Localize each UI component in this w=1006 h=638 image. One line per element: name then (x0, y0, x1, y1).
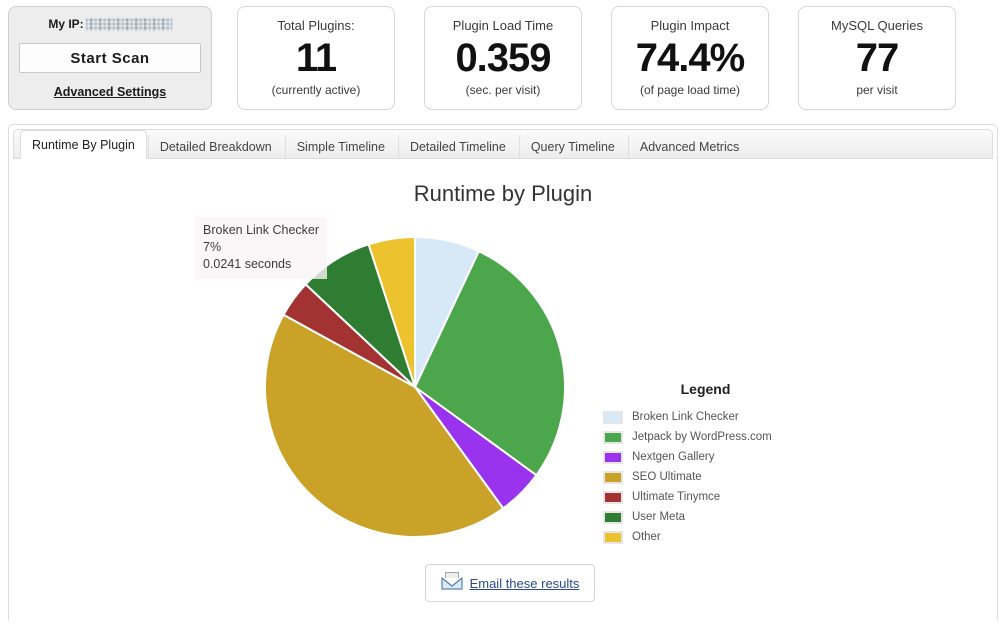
legend-label: Nextgen Gallery (632, 451, 714, 463)
legend-item[interactable]: Other (603, 527, 843, 547)
stat-card-mysql-queries: MySQL Queries 77 per visit (798, 6, 956, 110)
chart-area: Runtime by Plugin Broken Link Checker 7%… (9, 159, 997, 625)
legend-label: Jetpack by WordPress.com (632, 431, 772, 443)
legend-item[interactable]: Broken Link Checker (603, 407, 843, 427)
legend-color-swatch (603, 491, 623, 504)
tab-advanced-metrics[interactable]: Advanced Metrics (628, 134, 751, 160)
stat-label: Total Plugins: (277, 19, 354, 33)
stat-label: Plugin Impact (651, 19, 730, 33)
legend-item[interactable]: Nextgen Gallery (603, 447, 843, 467)
legend-color-swatch (603, 451, 623, 464)
tab-simple-timeline[interactable]: Simple Timeline (285, 134, 397, 160)
legend-item[interactable]: User Meta (603, 507, 843, 527)
stat-card-total-plugins: Total Plugins: 11 (currently active) (237, 6, 395, 110)
stat-label: Plugin Load Time (453, 19, 553, 33)
pie-chart[interactable] (257, 229, 573, 545)
legend-color-swatch (603, 471, 623, 484)
pie-chart-svg[interactable] (257, 229, 573, 545)
stat-card-plugin-impact: Plugin Impact 74.4% (of page load time) (611, 6, 769, 110)
my-ip-value-redacted (86, 18, 172, 31)
tab-detailed-timeline[interactable]: Detailed Timeline (398, 134, 518, 160)
chart-title: Runtime by Plugin (9, 159, 997, 207)
tab-query-timeline[interactable]: Query Timeline (519, 134, 627, 160)
tab-list: Runtime By Plugin Detailed Breakdown Sim… (14, 130, 992, 158)
stat-sublabel: per visit (856, 83, 897, 97)
legend-item[interactable]: SEO Ultimate (603, 467, 843, 487)
my-ip-line: My IP: (19, 17, 201, 31)
start-scan-button[interactable]: Start Scan (19, 43, 201, 73)
stat-value: 77 (856, 37, 899, 79)
stat-value: 74.4% (636, 37, 744, 79)
legend-items: Broken Link Checker Jetpack by WordPress.… (603, 407, 843, 547)
stat-value: 0.359 (455, 37, 550, 79)
email-these-results-label[interactable]: Email these results (470, 576, 580, 591)
stat-sublabel: (of page load time) (640, 83, 740, 97)
legend-color-swatch (603, 511, 623, 524)
tab-strip: Runtime By Plugin Detailed Breakdown Sim… (13, 129, 993, 159)
legend-item[interactable]: Jetpack by WordPress.com (603, 427, 843, 447)
stat-label: MySQL Queries (831, 19, 923, 33)
results-panel: Runtime By Plugin Detailed Breakdown Sim… (8, 124, 998, 624)
legend-label: User Meta (632, 511, 685, 523)
ip-scan-card: My IP: Start Scan Advanced Settings (8, 6, 212, 110)
stat-sublabel: (currently active) (272, 83, 361, 97)
advanced-settings-link[interactable]: Advanced Settings (54, 85, 167, 99)
legend-label: Broken Link Checker (632, 411, 739, 423)
legend-color-swatch (603, 431, 623, 444)
tab-runtime-by-plugin[interactable]: Runtime By Plugin (20, 130, 147, 159)
legend-label: Ultimate Tinymce (632, 491, 720, 503)
legend-title: Legend (603, 381, 808, 397)
legend-label: Other (632, 531, 661, 543)
legend-item[interactable]: Ultimate Tinymce (603, 487, 843, 507)
stat-card-plugin-load-time: Plugin Load Time 0.359 (sec. per visit) (424, 6, 582, 110)
stat-value: 11 (296, 37, 336, 79)
legend-color-swatch (603, 411, 623, 424)
email-these-results-button[interactable]: Email these results (425, 564, 595, 602)
my-ip-label: My IP: (48, 17, 83, 31)
envelope-icon (441, 572, 463, 595)
legend-color-swatch (603, 531, 623, 544)
tab-detailed-breakdown[interactable]: Detailed Breakdown (148, 134, 284, 160)
summary-stats-row: My IP: Start Scan Advanced Settings Tota… (0, 0, 1006, 118)
legend-label: SEO Ultimate (632, 471, 702, 483)
stat-sublabel: (sec. per visit) (466, 83, 541, 97)
chart-legend: Legend Broken Link Checker Jetpack by Wor… (603, 381, 843, 547)
